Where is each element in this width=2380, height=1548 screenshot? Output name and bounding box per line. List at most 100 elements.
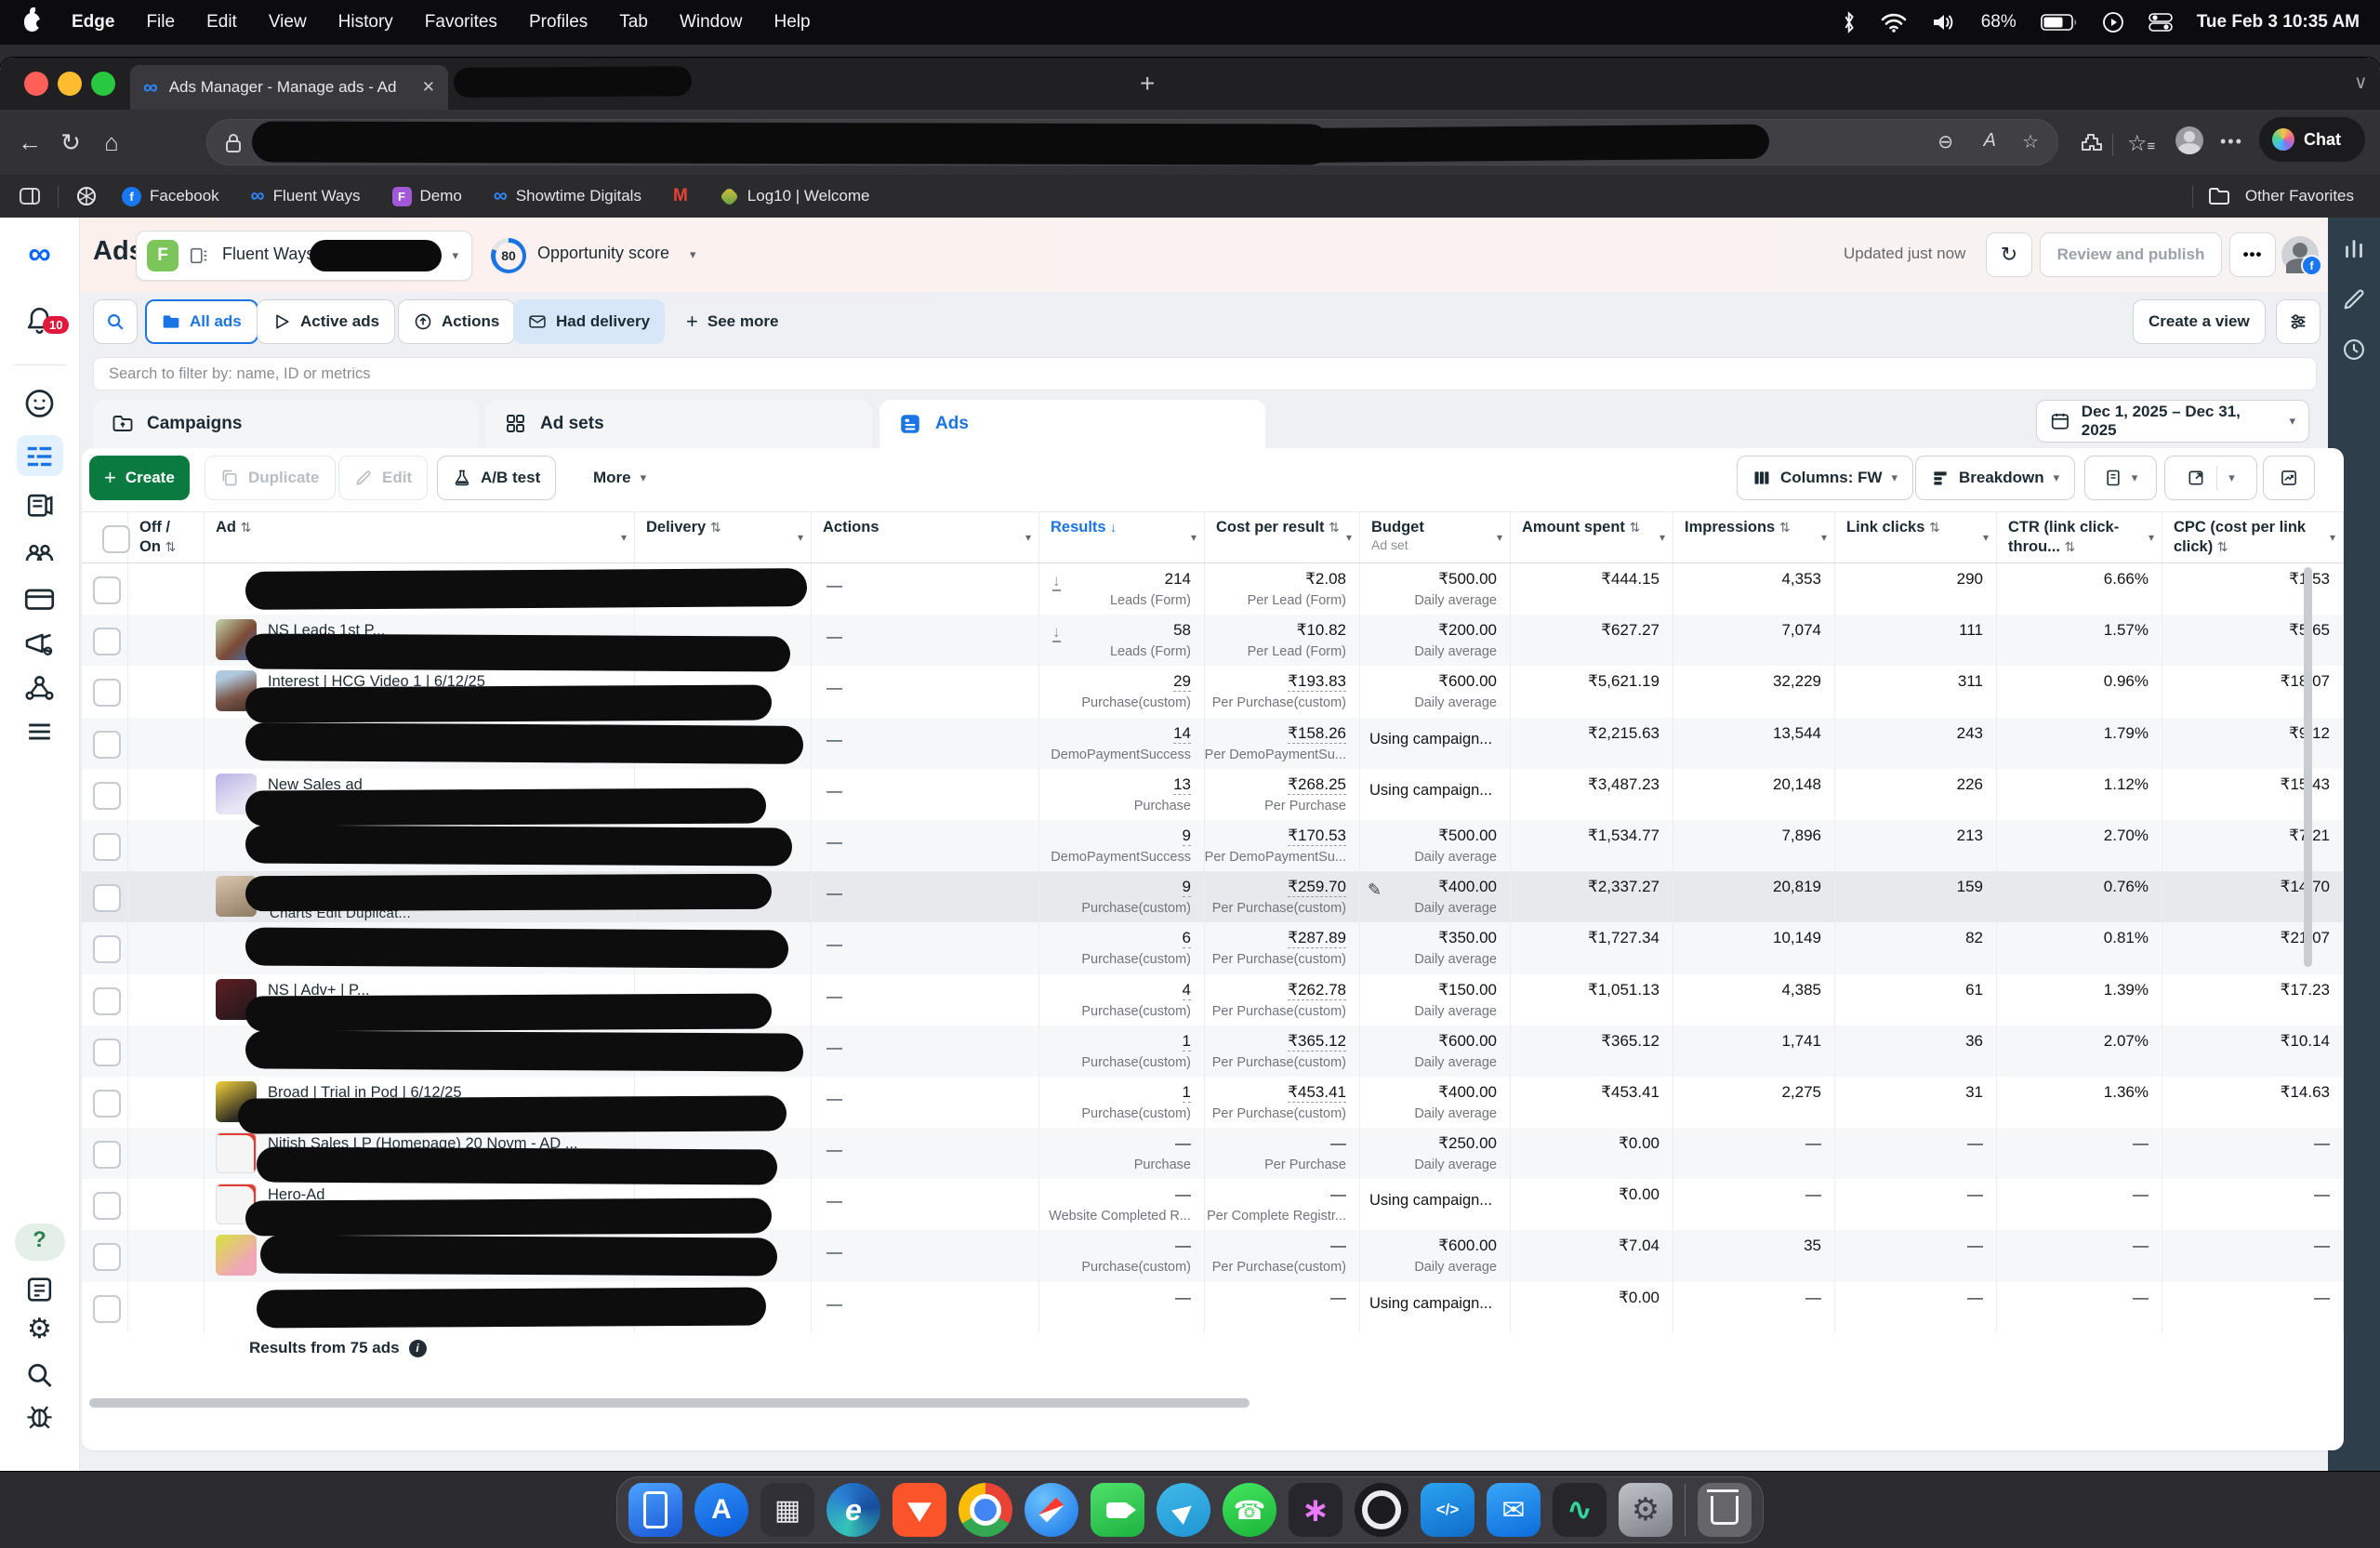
vertical-scrollbar[interactable] [2304,567,2312,967]
ad-thumbnail[interactable] [216,1235,257,1276]
ad-name-cell[interactable]: NS | Adv+ | P... [205,974,635,1025]
row-select-cell[interactable] [82,718,128,769]
menu-help[interactable]: Help [774,12,811,33]
breakdown-button[interactable]: Breakdown▾ [1915,456,2075,500]
sidebar-toggle-icon[interactable] [19,185,41,207]
dock-telegram-icon[interactable]: ▶ [1157,1483,1210,1537]
favorite-star-icon[interactable]: ☆ [2022,130,2039,153]
campaigns-table-icon[interactable] [0,441,79,472]
col-ad[interactable]: Ad ⇅▾ [205,512,635,562]
user-avatar[interactable]: f [2281,236,2319,273]
settings-gear-icon[interactable]: ⚙ [0,1313,79,1345]
menu-file[interactable]: File [146,12,175,33]
billing-docs-icon[interactable] [0,1274,79,1305]
col-link-clicks[interactable]: Link clicks ⇅▾ [1835,512,1997,562]
ad-name-cell[interactable]: Nitish Sales LP (Homepage) 20 Novm - AD … [205,1128,635,1179]
duplicate-button[interactable]: Duplicate [205,456,336,500]
row-select-cell[interactable] [82,974,128,1025]
dock-system-settings-icon[interactable]: ⚙ [1619,1483,1673,1537]
menu-edit[interactable]: Edit [206,12,237,33]
row-select-cell[interactable] [82,922,128,973]
close-window-button[interactable] [24,72,48,96]
ad-name-cell[interactable]: NS Leads 1st P... [205,615,635,666]
play-status-icon[interactable] [2102,11,2124,33]
row-checkbox[interactable] [93,884,121,912]
ad-name-cell[interactable]: Charts Edit Duplicat... [205,871,635,922]
bookmark-facebook[interactable]: fFacebook [122,187,219,206]
tab-list-caret-icon[interactable]: ∨ [2354,71,2368,94]
dock-trash-icon[interactable] [1698,1483,1752,1537]
volume-icon[interactable] [1931,12,1957,33]
ad-name-cell[interactable] [205,718,635,769]
row-select-cell[interactable] [82,563,128,615]
dock-whatsapp-icon[interactable]: ☎ [1223,1483,1276,1537]
dock-facetime-icon[interactable] [1091,1483,1144,1537]
minimize-window-button[interactable] [58,72,82,96]
bookmark-gmail[interactable]: M [673,186,688,206]
info-icon[interactable]: i [409,1340,427,1357]
table-row[interactable]: Hero-Ad——Website Completed R...—Per Comp… [82,1179,2344,1230]
tab-close-icon[interactable]: ✕ [422,78,435,97]
columns-button[interactable]: Columns: FW▾ [1737,456,1913,500]
results-value[interactable]: 1 [1183,1032,1191,1052]
row-select-cell[interactable] [82,1230,128,1281]
favorites-list-icon[interactable]: ☆≡ [2127,130,2155,157]
filter-actions[interactable]: Actions [398,299,515,344]
search-rail-icon[interactable] [0,1359,79,1391]
row-select-cell[interactable] [82,769,128,820]
bluetooth-icon[interactable] [1842,11,1857,33]
other-favorites[interactable]: Other Favorites [2245,187,2354,205]
extensions-icon[interactable] [2079,132,2103,156]
dock-app-store-icon[interactable]: A [694,1483,748,1537]
row-checkbox[interactable] [93,782,121,810]
results-value[interactable]: 4 [1183,981,1191,1000]
ad-name-cell[interactable] [205,820,635,871]
table-row[interactable]: ———Using campaign...₹0.00———— [82,1282,2344,1333]
table-row[interactable]: —6Purchase(custom)₹287.89Per Purchase(cu… [82,922,2344,973]
off-on-cell[interactable] [128,666,205,717]
audiences-icon[interactable] [0,536,79,569]
col-budget[interactable]: BudgetAd set▾ [1360,512,1511,562]
row-select-cell[interactable] [82,1077,128,1128]
cpr-value[interactable]: ₹268.25 [1288,775,1346,795]
col-ctr[interactable]: CTR (link click-throu... ⇅▾ [1997,512,2162,562]
row-checkbox[interactable] [93,987,121,1015]
cpr-value[interactable]: ₹453.41 [1288,1083,1346,1103]
bookmark-demo[interactable]: FDemo [392,187,462,206]
ad-name-cell[interactable]: Interest | HCG Video 1 | 6/12/25 [205,666,635,717]
off-on-cell[interactable] [128,1282,205,1333]
off-on-cell[interactable] [128,769,205,820]
cpr-value[interactable]: ₹158.26 [1288,724,1346,744]
table-search-input[interactable]: Search to filter by: name, ID or metrics [93,357,2317,390]
filter-had-delivery[interactable]: Had delivery [513,299,665,344]
refresh-button[interactable]: ↻ [50,128,91,157]
menu-favorites[interactable]: Favorites [425,12,497,33]
dock-shutter-app-icon[interactable] [1355,1483,1408,1537]
row-checkbox[interactable] [93,1243,121,1271]
row-checkbox[interactable] [93,731,121,759]
results-value[interactable]: 9 [1183,878,1191,897]
results-value[interactable]: 1 [1183,1083,1191,1103]
menu-profiles[interactable]: Profiles [529,12,588,33]
edit-budget-icon[interactable]: ✎ [1368,880,1382,900]
row-checkbox[interactable] [93,1141,121,1169]
ad-thumbnail[interactable] [216,1132,257,1173]
menu-app-name[interactable]: Edge [72,12,114,33]
ad-name-cell[interactable]: New Sales ad [205,769,635,820]
menu-bar-clock[interactable]: Tue Feb 3 10:35 AM [2197,12,2360,33]
off-on-cell[interactable] [128,718,205,769]
row-select-cell[interactable] [82,871,128,922]
row-checkbox[interactable] [93,833,121,861]
ad-name-cell[interactable] [205,1230,635,1281]
apple-menu-icon[interactable] [24,13,40,32]
ab-test-button[interactable]: A/B test [437,456,556,500]
bookmark-showtime-digitals[interactable]: ∞Showtime Digitals [494,185,641,207]
ads-reporting-icon[interactable] [0,489,79,521]
new-tab-button[interactable]: + [1140,69,1155,99]
row-checkbox[interactable] [93,1090,121,1118]
col-results[interactable]: Results ↓▾ [1039,512,1205,562]
horizontal-scrollbar[interactable] [89,1398,1250,1408]
date-range-selector[interactable]: Dec 1, 2025 – Dec 31, 2025 ▾ [2036,400,2309,443]
cpr-value[interactable]: ₹170.53 [1288,827,1346,846]
history-panel-icon[interactable] [2328,337,2380,363]
